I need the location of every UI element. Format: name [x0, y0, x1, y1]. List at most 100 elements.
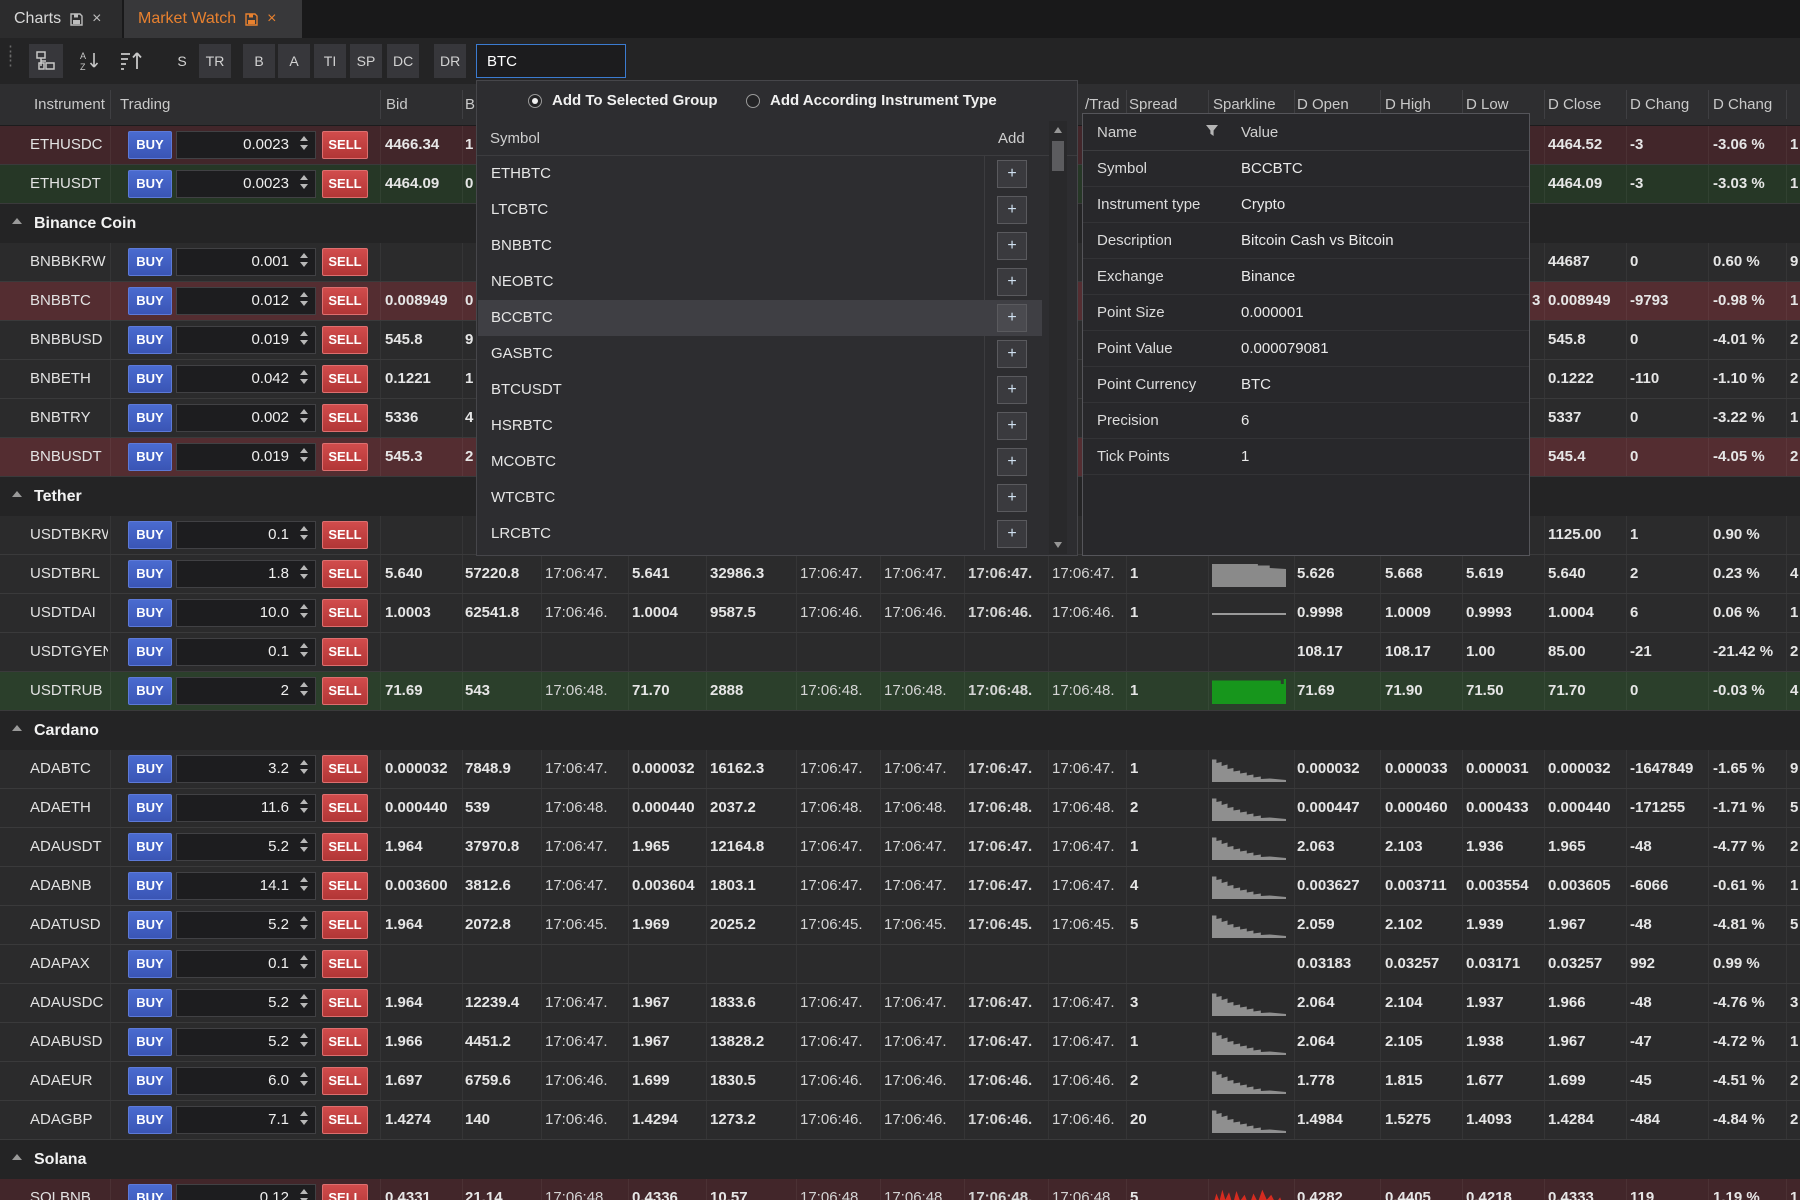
stepper-down-icon[interactable] — [300, 808, 308, 813]
stepper-down-icon[interactable] — [300, 262, 308, 267]
stepper-arrows[interactable] — [300, 682, 308, 696]
stepper-arrows[interactable] — [300, 604, 308, 618]
radio-add-according-instrument-type[interactable] — [746, 94, 760, 108]
buy-button[interactable]: BUY — [128, 131, 172, 159]
sell-button[interactable]: SELL — [322, 1184, 368, 1200]
buy-button[interactable]: BUY — [128, 560, 172, 588]
quantity-stepper[interactable]: 0.012 — [176, 287, 316, 315]
add-symbol-button[interactable]: + — [997, 376, 1027, 404]
stepper-up-icon[interactable] — [300, 175, 308, 180]
quote-row-adabtc[interactable]: ADABTCBUY3.2SELL0.0000327848.917:06:47.0… — [0, 750, 1800, 789]
stepper-arrows[interactable] — [300, 448, 308, 462]
sell-button[interactable]: SELL — [322, 872, 368, 900]
stepper-down-icon[interactable] — [300, 886, 308, 891]
quantity-stepper[interactable]: 0.0023 — [176, 131, 316, 159]
scrollbar[interactable] — [1049, 121, 1067, 554]
quantity-stepper[interactable]: 6.0 — [176, 1067, 316, 1095]
name-column-header[interactable]: Name — [1097, 114, 1137, 151]
stepper-arrows[interactable] — [300, 253, 308, 267]
sell-button[interactable]: SELL — [322, 833, 368, 861]
sell-button[interactable]: SELL — [322, 1067, 368, 1095]
stepper-up-icon[interactable] — [300, 1072, 308, 1077]
stepper-arrows[interactable] — [300, 799, 308, 813]
stepper-arrows[interactable] — [300, 1111, 308, 1125]
quantity-stepper[interactable]: 0.042 — [176, 365, 316, 393]
stepper-up-icon[interactable] — [300, 799, 308, 804]
stepper-down-icon[interactable] — [300, 652, 308, 657]
quote-row-adaeth[interactable]: ADAETHBUY11.6SELL0.00044053917:06:48.0.0… — [0, 789, 1800, 828]
sell-button[interactable]: SELL — [322, 131, 368, 159]
sell-button[interactable]: SELL — [322, 287, 368, 315]
sell-button[interactable]: SELL — [322, 1106, 368, 1134]
stepper-arrows[interactable] — [300, 955, 308, 969]
stepper-down-icon[interactable] — [300, 769, 308, 774]
quantity-stepper[interactable]: 2 — [176, 677, 316, 705]
stepper-down-icon[interactable] — [300, 301, 308, 306]
stepper-arrows[interactable] — [300, 916, 308, 930]
buy-button[interactable]: BUY — [128, 170, 172, 198]
sell-button[interactable]: SELL — [322, 638, 368, 666]
add-symbol-button[interactable]: + — [997, 232, 1027, 260]
quote-row-adatusd[interactable]: ADATUSDBUY5.2SELL1.9642072.817:06:45.1.9… — [0, 906, 1800, 945]
stepper-down-icon[interactable] — [300, 535, 308, 540]
add-symbol-button[interactable]: + — [997, 340, 1027, 368]
collapse-triangle-icon[interactable] — [12, 725, 22, 731]
symbol-list-item-lrcbtc[interactable]: LRCBTC+ — [478, 516, 1042, 552]
quote-row-usdtbrl[interactable]: USDTBRLBUY1.8SELL5.64057220.817:06:47.5.… — [0, 555, 1800, 594]
quantity-stepper[interactable]: 5.2 — [176, 833, 316, 861]
stepper-arrows[interactable] — [300, 136, 308, 150]
symbol-list-item-wtcbtc[interactable]: WTCBTC+ — [478, 480, 1042, 516]
stepper-down-icon[interactable] — [300, 340, 308, 345]
sell-button[interactable]: SELL — [322, 1028, 368, 1056]
stepper-arrows[interactable] — [300, 994, 308, 1008]
sell-button[interactable]: SELL — [322, 365, 368, 393]
quote-row-adaeur[interactable]: ADAEURBUY6.0SELL1.6976759.617:06:46.1.69… — [0, 1062, 1800, 1101]
stepper-arrows[interactable] — [300, 877, 308, 891]
add-symbol-button[interactable]: + — [997, 268, 1027, 296]
stepper-down-icon[interactable] — [300, 691, 308, 696]
quantity-stepper[interactable]: 0.0023 — [176, 170, 316, 198]
add-symbol-button[interactable]: + — [997, 160, 1027, 188]
quote-row-adabnb[interactable]: ADABNBBUY14.1SELL0.0036003812.617:06:47.… — [0, 867, 1800, 906]
stepper-up-icon[interactable] — [300, 838, 308, 843]
quantity-stepper[interactable]: 0.1 — [176, 638, 316, 666]
quantity-stepper[interactable]: 1.8 — [176, 560, 316, 588]
stepper-down-icon[interactable] — [300, 925, 308, 930]
sell-button[interactable]: SELL — [322, 911, 368, 939]
quote-row-adausdt[interactable]: ADAUSDTBUY5.2SELL1.96437970.817:06:47.1.… — [0, 828, 1800, 867]
value-column-header[interactable]: Value — [1241, 114, 1278, 151]
quantity-stepper[interactable]: 5.2 — [176, 911, 316, 939]
quantity-stepper[interactable]: 10.0 — [176, 599, 316, 627]
sell-button[interactable]: SELL — [322, 443, 368, 471]
buy-button[interactable]: BUY — [128, 638, 172, 666]
symbol-list-item-bccbtc[interactable]: BCCBTC+ — [478, 300, 1042, 336]
quantity-stepper[interactable]: 0.1 — [176, 950, 316, 978]
quantity-stepper[interactable]: 14.1 — [176, 872, 316, 900]
stepper-down-icon[interactable] — [300, 1042, 308, 1047]
buy-button[interactable]: BUY — [128, 911, 172, 939]
symbol-list-item-mcobtc[interactable]: MCOBTC+ — [478, 444, 1042, 480]
symbol-list-item-btcusdt[interactable]: BTCUSDT+ — [478, 372, 1042, 408]
buy-button[interactable]: BUY — [128, 950, 172, 978]
radio-add-to-selected-group[interactable] — [528, 94, 542, 108]
sell-button[interactable]: SELL — [322, 794, 368, 822]
add-symbol-button[interactable]: + — [997, 484, 1027, 512]
quantity-stepper[interactable]: 0.12 — [176, 1184, 316, 1200]
quantity-stepper[interactable]: 0.002 — [176, 404, 316, 432]
buy-button[interactable]: BUY — [128, 326, 172, 354]
symbol-list-item-ltcbtc[interactable]: LTCBTC+ — [478, 192, 1042, 228]
symbol-list-item-neobtc[interactable]: NEOBTC+ — [478, 264, 1042, 300]
buy-button[interactable]: BUY — [128, 365, 172, 393]
stepper-arrows[interactable] — [300, 331, 308, 345]
symbol-list-item-ethbtc[interactable]: ETHBTC+ — [478, 156, 1042, 192]
sell-button[interactable]: SELL — [322, 950, 368, 978]
sell-button[interactable]: SELL — [322, 521, 368, 549]
stepper-down-icon[interactable] — [300, 1120, 308, 1125]
stepper-up-icon[interactable] — [300, 370, 308, 375]
stepper-arrows[interactable] — [300, 838, 308, 852]
quote-row-adagbp[interactable]: ADAGBPBUY7.1SELL1.427414017:06:46.1.4294… — [0, 1101, 1800, 1140]
buy-button[interactable]: BUY — [128, 872, 172, 900]
scrollbar-thumb[interactable] — [1052, 141, 1064, 171]
sell-button[interactable]: SELL — [322, 170, 368, 198]
stepper-up-icon[interactable] — [300, 526, 308, 531]
